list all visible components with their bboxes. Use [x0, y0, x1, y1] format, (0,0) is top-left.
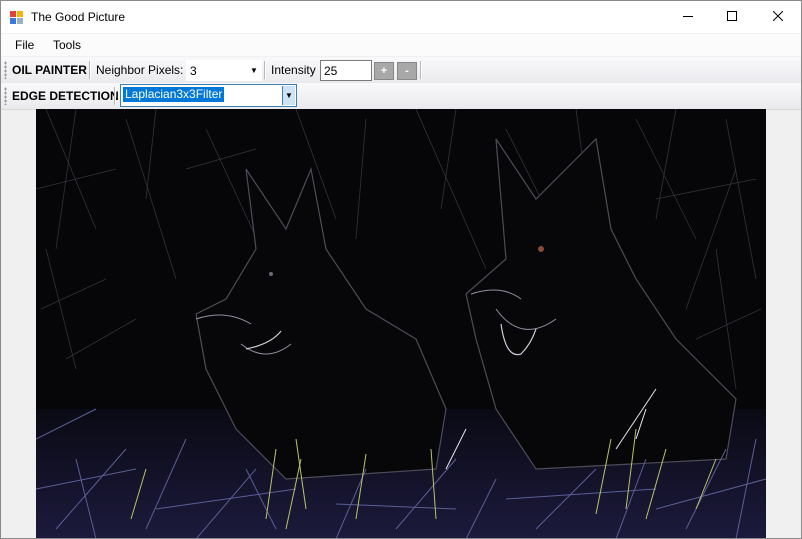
minimize-icon [683, 10, 693, 24]
menu-tools[interactable]: Tools [53, 38, 81, 52]
menu-file[interactable]: File [15, 38, 34, 52]
neighbor-pixels-combo[interactable]: 3 ▼ [186, 60, 262, 81]
menu-bar: File Tools [1, 34, 801, 56]
grip-icon[interactable] [4, 61, 7, 79]
oil-painter-label: OIL PAINTER [12, 63, 87, 77]
separator [89, 61, 91, 79]
edge-filter-combo[interactable]: Laplacian3x3Filter ▼ [120, 84, 297, 107]
image-canvas [36, 109, 766, 538]
maximize-icon [727, 10, 737, 24]
chevron-down-icon[interactable]: ▼ [282, 86, 295, 105]
intensity-value: 25 [324, 64, 338, 78]
neighbor-pixels-value: 3 [190, 64, 197, 78]
maximize-button[interactable] [709, 1, 755, 33]
chevron-down-icon[interactable]: ▼ [247, 61, 261, 80]
close-icon [772, 10, 784, 24]
dog-eye [269, 272, 273, 276]
separator [420, 61, 422, 79]
close-button[interactable] [755, 1, 801, 33]
neighbor-pixels-label: Neighbor Pixels: [96, 63, 184, 77]
minimize-button[interactable] [665, 1, 711, 33]
app-picture-icon [10, 11, 23, 24]
separator [264, 61, 266, 79]
window-title: The Good Picture [31, 10, 126, 24]
edge-filter-value: Laplacian3x3Filter [121, 86, 226, 103]
edge-detected-photo [36, 109, 766, 538]
decrease-intensity-button[interactable]: - [397, 62, 417, 80]
dog-eye [538, 246, 544, 252]
title-bar[interactable]: The Good Picture [1, 1, 801, 33]
edge-detection-label: EDGE DETECTION [12, 89, 119, 103]
intensity-label: Intensity [271, 63, 316, 77]
app-window: The Good Picture File Tools OIL PAINTER … [0, 0, 802, 539]
separator [114, 87, 116, 105]
oil-painter-toolstrip: OIL PAINTER Neighbor Pixels: 3 ▼ Intensi… [1, 57, 801, 84]
intensity-input[interactable]: 25 [320, 60, 372, 81]
increase-intensity-button[interactable]: + [374, 62, 394, 80]
grip-icon[interactable] [4, 87, 7, 105]
